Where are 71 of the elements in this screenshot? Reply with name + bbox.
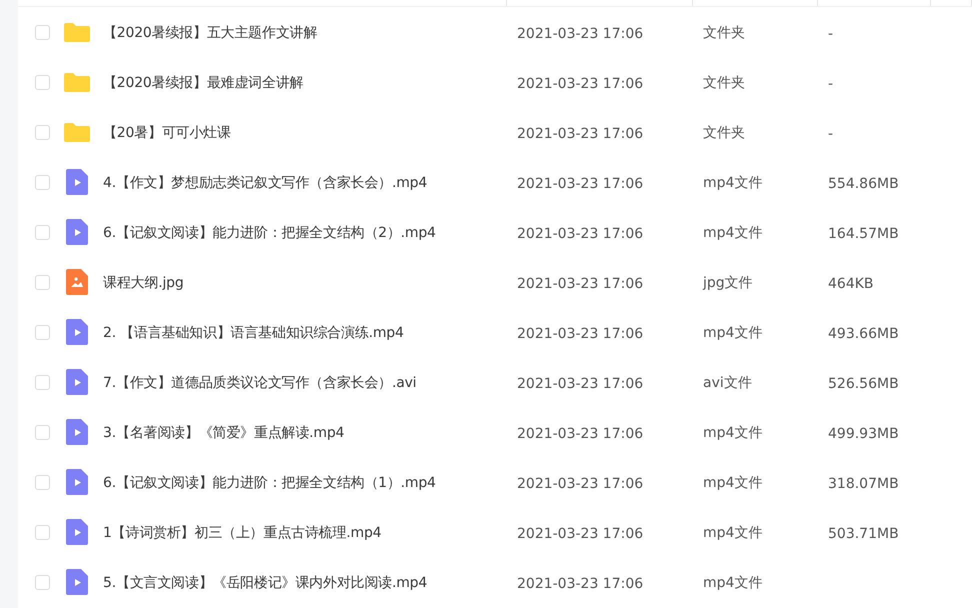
file-size: - — [827, 26, 834, 42]
folder-icon — [64, 122, 90, 142]
checkbox[interactable] — [35, 224, 50, 240]
folder-icon — [64, 22, 90, 42]
file-name[interactable]: 4.【作文】梦想励志类记叙文写作（含家长会）.mp4 — [103, 171, 428, 193]
checkbox[interactable] — [35, 374, 50, 390]
file-name[interactable]: 6.【记叙文阅读】能力进阶：把握全文结构（2）.mp4 — [103, 221, 436, 243]
video-file-icon — [66, 469, 88, 495]
modified-date: 2021-03-23 17:06 — [516, 376, 644, 392]
file-type: mp4文件 — [702, 175, 762, 191]
file-type: mp4文件 — [702, 525, 762, 541]
modified-date: 2021-03-23 17:06 — [516, 426, 644, 442]
file-type: mp4文件 — [702, 575, 762, 591]
checkbox[interactable] — [35, 274, 50, 290]
file-name[interactable]: 1【诗词赏析】初三（上）重点古诗梳理.mp4 — [103, 521, 382, 543]
file-type: 文件夹 — [702, 75, 745, 91]
checkbox[interactable] — [35, 524, 50, 540]
file-type: jpg文件 — [702, 275, 753, 291]
file-name[interactable]: 【20暑】可可小灶课 — [103, 121, 231, 143]
file-name[interactable]: 【2020暑续报】最难虚词全讲解 — [103, 71, 304, 93]
image-file-icon — [66, 269, 88, 295]
modified-date: 2021-03-23 17:06 — [516, 26, 644, 42]
file-name[interactable]: 2. 【语言基础知识】语言基础知识综合演练.mp4 — [103, 321, 404, 343]
file-size: 499.93MB — [827, 426, 899, 442]
file-size: 318.07MB — [827, 476, 899, 492]
checkbox[interactable] — [35, 24, 50, 40]
video-file-icon — [66, 519, 88, 545]
file-size: 554.86MB — [827, 176, 899, 192]
file-type: mp4文件 — [702, 325, 762, 341]
modified-date: 2021-03-23 17:06 — [516, 226, 644, 242]
checkbox[interactable] — [35, 424, 50, 440]
folder-icon — [64, 72, 90, 92]
video-file-icon — [66, 419, 88, 445]
file-name[interactable]: 7.【作文】道德品质类议论文写作（含家长会）.avi — [103, 371, 416, 393]
file-size: - — [827, 126, 834, 142]
modified-date: 2021-03-23 17:06 — [516, 126, 644, 142]
video-file-icon — [66, 569, 88, 595]
video-file-icon — [66, 319, 88, 345]
checkbox[interactable] — [35, 574, 50, 590]
modified-date: 2021-03-23 17:06 — [516, 476, 644, 492]
file-name[interactable]: 5.【文言文阅读】《岳阳楼记》课内外对比阅读.mp4 — [103, 571, 428, 593]
file-size: - — [827, 76, 834, 92]
file-type: avi文件 — [702, 375, 752, 391]
file-type: 文件夹 — [702, 25, 745, 41]
modified-date: 2021-03-23 17:06 — [516, 526, 644, 542]
checkbox[interactable] — [35, 174, 50, 190]
modified-date: 2021-03-23 17:06 — [516, 76, 644, 92]
checkbox[interactable] — [35, 74, 50, 90]
file-size: 493.66MB — [827, 326, 899, 342]
file-size: 164.57MB — [827, 226, 899, 242]
video-file-icon — [66, 169, 88, 195]
modified-date: 2021-03-23 17:06 — [516, 176, 644, 192]
file-type: mp4文件 — [702, 225, 762, 241]
modified-date: 2021-03-23 17:06 — [516, 326, 644, 342]
file-size: 464KB — [827, 276, 874, 292]
checkbox[interactable] — [35, 324, 50, 340]
modified-date: 2021-03-23 17:06 — [516, 276, 644, 292]
file-name[interactable]: 【2020暑续报】五大主题作文讲解 — [103, 21, 318, 43]
file-name[interactable]: 3.【名著阅读】《简爱》重点解读.mp4 — [103, 421, 344, 443]
file-size: 526.56MB — [827, 376, 899, 392]
video-file-icon — [66, 369, 88, 395]
file-type: mp4文件 — [702, 475, 762, 491]
file-name[interactable]: 课程大纲.jpg — [103, 271, 184, 293]
file-name[interactable]: 6.【记叙文阅读】能力进阶：把握全文结构（1）.mp4 — [103, 471, 436, 493]
video-file-icon — [66, 219, 88, 245]
checkbox[interactable] — [35, 124, 50, 140]
modified-date: 2021-03-23 17:06 — [516, 576, 644, 592]
file-type: 文件夹 — [702, 125, 745, 141]
checkbox[interactable] — [35, 474, 50, 490]
file-size: 503.71MB — [827, 526, 899, 542]
file-type: mp4文件 — [702, 425, 762, 441]
